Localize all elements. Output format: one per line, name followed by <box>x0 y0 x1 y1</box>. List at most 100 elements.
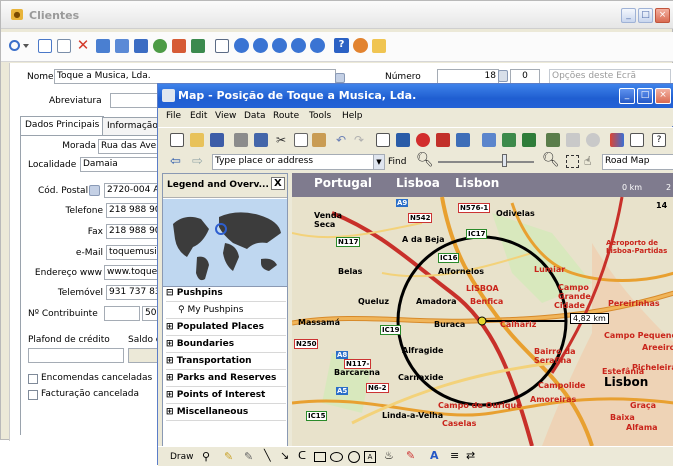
data-map-icon[interactable] <box>396 133 410 147</box>
add-stop-icon[interactable] <box>502 133 516 147</box>
telefone-field[interactable]: 218 988 908 <box>106 203 160 218</box>
expand-icon[interactable]: ⊞ <box>166 322 174 332</box>
numero-spin-icon[interactable] <box>498 70 508 82</box>
nav-first-icon[interactable] <box>234 38 249 53</box>
find-button[interactable]: Find <box>388 157 406 167</box>
print-icon[interactable] <box>234 133 248 147</box>
legend-item-miscellaneous[interactable]: ⊞ Miscellaneous <box>166 404 286 421</box>
highlighter-icon[interactable]: ✎ <box>244 450 253 463</box>
numero-field[interactable]: 18 <box>437 69 499 84</box>
breadcrumb-portugal[interactable]: Portugal <box>314 176 372 190</box>
pencil-icon[interactable]: ✎ <box>224 450 233 463</box>
new-map-icon[interactable] <box>170 133 184 147</box>
table-icon[interactable] <box>96 39 110 53</box>
nav-next-icon[interactable] <box>272 38 287 53</box>
legend-item-parks[interactable]: ⊞ Parks and Reserves <box>166 370 286 387</box>
forward-arrow-icon[interactable]: ⇨ <box>192 154 203 169</box>
paste-icon[interactable] <box>312 133 326 147</box>
font-color-icon[interactable]: A <box>430 449 439 462</box>
select-tool-icon[interactable] <box>566 155 579 168</box>
route-planner-icon[interactable] <box>456 133 470 147</box>
breadcrumb-lisboa[interactable]: Lisboa <box>396 176 440 190</box>
arrow-style-icon[interactable]: ⇄ <box>466 449 475 462</box>
plafond-field[interactable] <box>28 348 124 363</box>
shapes-icon[interactable] <box>153 39 167 53</box>
expand-icon[interactable]: ⊟ <box>166 288 174 298</box>
arrow-icon[interactable]: ↘ <box>280 449 289 462</box>
rectangle-icon[interactable] <box>314 452 326 462</box>
tab-informacao[interactable]: Informação <box>102 117 162 135</box>
menu-file[interactable]: File <box>166 111 181 121</box>
menu-route[interactable]: Route <box>273 111 299 121</box>
oval-icon[interactable] <box>330 452 343 462</box>
map-style-select[interactable]: Road Map <box>602 154 673 170</box>
help-icon[interactable]: ? <box>334 38 349 53</box>
nav-last-icon[interactable] <box>291 38 306 53</box>
delete-icon[interactable]: ✕ <box>76 38 90 53</box>
search-icon[interactable] <box>9 40 20 51</box>
expand-icon[interactable]: ⊞ <box>166 390 174 400</box>
legend-toggle-icon[interactable] <box>376 133 390 147</box>
export-icon[interactable] <box>372 39 386 53</box>
redo-icon[interactable]: ↷ <box>354 133 368 147</box>
zoom-slider[interactable] <box>438 161 534 163</box>
radius-circle-icon[interactable] <box>348 451 360 463</box>
localidade-field[interactable]: Damaia <box>80 157 160 172</box>
pushpin-tool-icon[interactable]: ⚲ <box>202 450 210 463</box>
clientes-maximize-button[interactable]: □ <box>638 8 653 23</box>
breadcrumb-lisbon[interactable]: Lisbon <box>455 176 499 190</box>
line-color-icon[interactable]: ✎ <box>406 449 415 462</box>
legend-item-boundaries[interactable]: ⊞ Boundaries <box>166 336 286 353</box>
clientes-minimize-button[interactable]: _ <box>621 8 636 23</box>
undo-icon[interactable]: ↶ <box>336 133 350 147</box>
cut-icon[interactable]: ✂ <box>276 133 290 147</box>
address-input[interactable]: Type place or address <box>212 154 374 170</box>
www-field[interactable]: www.toquea <box>104 265 160 280</box>
nav-prev-icon[interactable] <box>253 38 268 53</box>
cod-postal-lookup-icon[interactable] <box>89 185 100 196</box>
numero-extra-field[interactable]: 0 <box>510 69 540 84</box>
clientes-close-button[interactable]: × <box>655 8 670 23</box>
color-tool-icon[interactable] <box>610 133 624 147</box>
export-excel-icon[interactable] <box>522 133 536 147</box>
legend-item-populated-places[interactable]: ⊞ Populated Places <box>166 319 286 336</box>
morada-field[interactable]: Rua das Avenida <box>98 139 160 154</box>
expand-icon[interactable]: ⊞ <box>166 356 174 366</box>
fax-field[interactable]: 218 988 900 <box>106 224 160 239</box>
nome-field[interactable]: Toque a Musica, Lda. <box>54 69 336 84</box>
legend-item-pushpins[interactable]: ⊟ Pushpins <box>166 285 286 302</box>
facturacao-checkbox[interactable] <box>28 390 38 400</box>
chart-icon[interactable] <box>172 39 186 53</box>
expand-icon[interactable]: ⊞ <box>166 373 174 383</box>
menu-help[interactable]: Help <box>342 111 363 121</box>
tab-dados-principais[interactable]: Dados Principais <box>20 116 105 135</box>
options-dropdown[interactable]: Opções deste Ecrã <box>549 69 671 84</box>
draw-menu-button[interactable]: Draw <box>170 452 194 462</box>
zoom-slider-thumb[interactable] <box>502 154 507 167</box>
new-document-icon[interactable] <box>38 39 52 53</box>
map-close-button[interactable]: × <box>655 88 671 104</box>
save-icon[interactable] <box>210 133 224 147</box>
map-minimize-button[interactable]: _ <box>619 88 635 104</box>
print-preview-icon[interactable] <box>215 39 229 53</box>
nome-lookup-icon[interactable] <box>335 73 345 83</box>
contribuinte-field[interactable] <box>104 306 140 321</box>
settings-icon[interactable] <box>353 38 368 53</box>
book-icon[interactable] <box>254 133 268 147</box>
map-view[interactable]: Portugal Lisboa Lisbon 0 km 2 4,82 km Ve… <box>292 173 673 446</box>
menu-view[interactable]: View <box>215 111 236 121</box>
freeform-icon[interactable]: ᑕ <box>298 449 306 462</box>
dropdown-arrow-icon[interactable] <box>23 44 29 48</box>
folder-icon[interactable] <box>134 39 148 53</box>
line-style-icon[interactable]: ≡ <box>450 449 459 462</box>
legend-item-my-pushpins[interactable]: ⚲ My Pushpins <box>166 302 286 319</box>
help-tool-icon[interactable]: ? <box>652 133 666 147</box>
expand-icon[interactable]: ⊞ <box>166 339 174 349</box>
encomendas-checkbox[interactable] <box>28 374 38 384</box>
gps-icon[interactable] <box>546 133 560 147</box>
legend-item-points-of-interest[interactable]: ⊞ Points of Interest <box>166 387 286 404</box>
legend-close-button[interactable]: X <box>271 177 285 190</box>
zoom-out-icon[interactable]: 🔍︎ <box>416 152 434 168</box>
expand-icon[interactable]: ⊞ <box>166 407 174 417</box>
menu-edit[interactable]: Edit <box>190 111 207 121</box>
